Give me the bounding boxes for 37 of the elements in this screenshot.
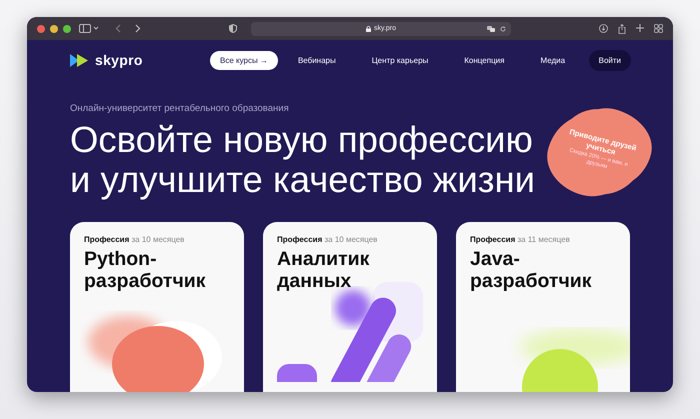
- plus-icon[interactable]: [636, 24, 644, 32]
- course-duration: Профессия за 10 месяцев: [277, 235, 378, 244]
- close-button[interactable]: [37, 24, 45, 32]
- sidebar-icon[interactable]: [79, 24, 99, 33]
- download-icon[interactable]: [599, 24, 608, 32]
- course-title-line[interactable]: Аналитик: [277, 248, 423, 270]
- course-card[interactable]: Профессия за 10 месяцев Python- разработчик: [70, 222, 244, 392]
- back-icon[interactable]: [115, 24, 121, 33]
- nav-link[interactable]: Центр карьеры: [362, 50, 438, 70]
- translate-icon[interactable]: [487, 26, 495, 32]
- lock-icon: [366, 26, 371, 32]
- tabs-grid-icon[interactable]: [654, 24, 663, 32]
- course-duration: Профессия за 10 месяцев: [84, 235, 186, 244]
- course-card[interactable]: Профессия за 10 месяцев Аналитик данных: [263, 222, 437, 392]
- shield-icon[interactable]: [229, 24, 237, 33]
- logo-icon: [70, 54, 90, 66]
- course-title-line[interactable]: данных: [277, 270, 423, 292]
- course-duration: Профессия за 11 месяцев: [470, 235, 571, 244]
- headline-line: и улучшите качество жизни: [70, 160, 536, 200]
- maximize-button[interactable]: [63, 24, 71, 32]
- headline-line: Освойте новую профессию: [70, 120, 533, 160]
- tagline: Онлайн-университет рентабельного образования: [70, 103, 290, 114]
- reload-icon[interactable]: [500, 26, 506, 32]
- course-card[interactable]: Профессия за 11 месяцев Java- разработчик: [456, 222, 630, 392]
- nav-link[interactable]: Вебинары: [288, 50, 346, 70]
- course-title-line[interactable]: разработчик: [84, 270, 230, 292]
- login-button[interactable]: Войти: [588, 50, 631, 70]
- nav-link[interactable]: Медиа: [530, 50, 576, 70]
- course-title-line[interactable]: Java-: [470, 248, 616, 270]
- nav-link[interactable]: Все курсы →: [210, 50, 278, 70]
- course-title-line[interactable]: разработчик: [470, 270, 616, 292]
- logo-text[interactable]: skypro: [95, 52, 143, 68]
- forward-icon[interactable]: [135, 24, 141, 33]
- nav-link[interactable]: Концепция: [454, 50, 514, 70]
- course-title-line[interactable]: Python-: [84, 248, 230, 270]
- minimize-button[interactable]: [50, 24, 58, 32]
- share-icon[interactable]: [618, 24, 626, 34]
